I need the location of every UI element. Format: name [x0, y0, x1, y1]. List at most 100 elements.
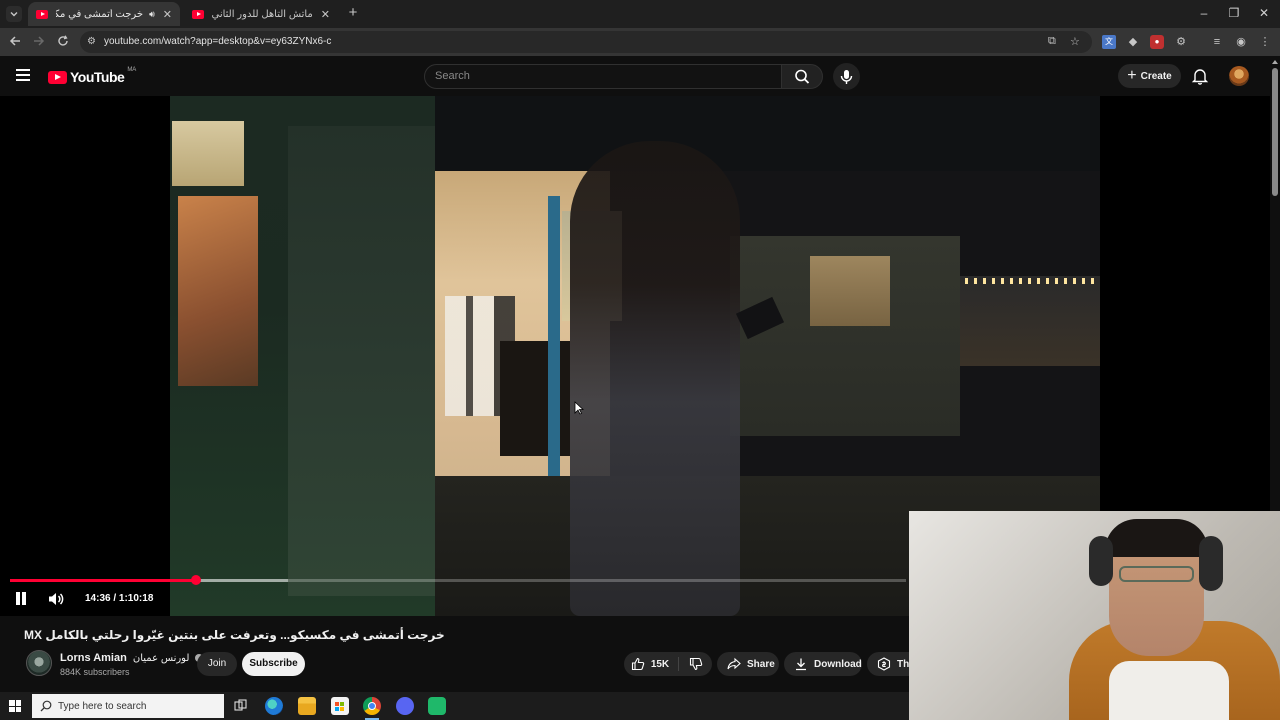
- hamburger-menu-icon[interactable]: [16, 69, 30, 81]
- plus-icon: +: [1127, 67, 1137, 84]
- video-scene-ceiling: [435, 96, 1100, 171]
- notifications-bell-icon[interactable]: [1191, 67, 1209, 85]
- webcam-headphones: [1089, 536, 1113, 586]
- search-box: [424, 64, 782, 89]
- taskbar-search-box[interactable]: Type here to search: [32, 694, 224, 718]
- microsoft-store-icon[interactable]: [331, 697, 349, 715]
- youtube-logo[interactable]: YouTube MA: [48, 67, 136, 85]
- kebab-menu-icon[interactable]: ⋮: [1258, 35, 1272, 49]
- account-avatar[interactable]: [1229, 66, 1249, 86]
- browser-tab[interactable]: ماتش التأهل للدور الثاني؟ التشك ✕: [184, 2, 338, 26]
- subscriber-count: 884K subscribers: [60, 667, 130, 677]
- channel-name[interactable]: Lorns Amian: [60, 652, 127, 664]
- video-scene-lights: [965, 278, 1100, 284]
- tab-search-button[interactable]: [6, 6, 22, 22]
- like-button[interactable]: 15K: [624, 652, 676, 676]
- search-input[interactable]: [435, 70, 765, 82]
- install-app-icon[interactable]: ⧉: [1048, 35, 1056, 48]
- search-icon: [795, 69, 810, 84]
- arrow-left-icon: [9, 36, 20, 46]
- thumbs-down-icon: [689, 657, 703, 671]
- restore-button[interactable]: ❐: [1222, 6, 1246, 20]
- new-tab-button[interactable]: +: [345, 5, 361, 21]
- extension-icon[interactable]: ◆: [1126, 35, 1140, 49]
- windows-start-icon[interactable]: [9, 700, 21, 712]
- progress-bar[interactable]: [10, 575, 906, 585]
- share-label: Share: [747, 658, 775, 670]
- video-scene-window: [810, 256, 890, 326]
- video-title: خرجت أتمشى في مكسيكو... وتعرفت على بنتين…: [24, 628, 445, 642]
- download-button[interactable]: Download: [784, 652, 862, 676]
- thanks-button[interactable]: Thanks: [867, 652, 909, 676]
- webcam-headphones: [1199, 536, 1223, 591]
- reload-button[interactable]: [54, 34, 72, 51]
- channel-name-row[interactable]: Lorns Amian لورنس عميان: [60, 652, 204, 664]
- mouse-cursor-icon: [574, 401, 584, 415]
- like-count: 15K: [650, 658, 670, 670]
- reload-icon: [58, 35, 68, 46]
- youtube-favicon-icon: [36, 9, 48, 19]
- discord-like-app-icon[interactable]: [396, 697, 414, 715]
- task-view-icon[interactable]: [231, 697, 249, 715]
- pause-button[interactable]: [14, 592, 28, 606]
- progress-scrubber-handle[interactable]: [190, 575, 201, 585]
- time-display: 14:36 / 1:10:18: [85, 593, 154, 604]
- volume-icon[interactable]: [47, 591, 65, 607]
- translate-extension-icon[interactable]: 文: [1102, 35, 1116, 49]
- close-tab-icon[interactable]: ✕: [163, 8, 172, 21]
- media-controls-icon[interactable]: ≡: [1210, 35, 1224, 49]
- like-divider: [678, 657, 679, 671]
- close-window-button[interactable]: ✕: [1252, 6, 1276, 20]
- create-label: Create: [1140, 70, 1172, 82]
- search-icon: [40, 700, 52, 712]
- close-tab-icon[interactable]: ✕: [321, 8, 330, 21]
- channel-avatar[interactable]: [26, 650, 52, 676]
- browser-tab-active[interactable]: خرجت أتمشى في مكسيكو... 🔊︎ ✕: [28, 2, 180, 26]
- file-explorer-icon[interactable]: [298, 697, 316, 715]
- video-scene-doorframe: [548, 196, 560, 486]
- webcam-glasses: [1119, 566, 1194, 582]
- channel-name-arabic[interactable]: لورنس عميان: [133, 653, 190, 664]
- chrome-icon[interactable]: [363, 697, 381, 715]
- voice-search-button[interactable]: [833, 63, 860, 90]
- create-button[interactable]: + Create: [1118, 64, 1181, 88]
- speaker-icon[interactable]: 🔊︎: [149, 9, 155, 20]
- browser-toolbar: ⚙︎ youtube.com/watch?app=desktop&v=ey63Z…: [0, 28, 1280, 56]
- puzzle-extensions-icon[interactable]: ⚙︎: [1174, 35, 1188, 49]
- share-button[interactable]: Share: [717, 652, 779, 676]
- webcam-overlay: [909, 511, 1280, 720]
- profile-icon[interactable]: ◉: [1234, 35, 1248, 49]
- taskbar-search-placeholder: Type here to search: [58, 701, 147, 712]
- youtube-header: YouTube MA + Create: [0, 56, 1280, 96]
- arrow-right-icon: [34, 36, 45, 46]
- tab-title: ماتش التأهل للدور الثاني؟ التشك: [212, 8, 313, 20]
- download-icon: [796, 658, 806, 671]
- address-bar[interactable]: ⚙︎ youtube.com/watch?app=desktop&v=ey63Z…: [80, 31, 1092, 53]
- search-button[interactable]: [781, 64, 823, 89]
- chevron-down-icon: [10, 12, 18, 17]
- forward-button[interactable]: [30, 34, 48, 51]
- video-scene-street: [960, 276, 1100, 366]
- minimize-button[interactable]: –: [1192, 6, 1216, 20]
- extension-red-icon[interactable]: ●: [1150, 35, 1164, 49]
- dislike-button[interactable]: [682, 652, 710, 676]
- video-scene-person: [570, 141, 740, 616]
- microphone-icon: [840, 70, 853, 84]
- url-text[interactable]: youtube.com/watch?app=desktop&v=ey63ZYNx…: [104, 36, 331, 47]
- logo-text: YouTube: [70, 69, 125, 85]
- green-app-icon[interactable]: [428, 697, 446, 715]
- windows-taskbar: Type here to search: [0, 692, 909, 720]
- download-label: Download: [814, 658, 862, 670]
- youtube-play-icon: [48, 70, 67, 84]
- edge-browser-icon[interactable]: [265, 697, 283, 715]
- back-button[interactable]: [6, 34, 24, 51]
- site-info-icon[interactable]: ⚙︎: [87, 36, 96, 47]
- thumbs-up-icon: [631, 657, 645, 671]
- bookmark-star-icon[interactable]: ☆: [1070, 35, 1080, 48]
- scrollbar-thumb[interactable]: [1272, 68, 1278, 196]
- share-arrow-icon: [727, 657, 741, 670]
- scroll-up-arrow-icon[interactable]: [1272, 60, 1278, 64]
- join-button[interactable]: Join: [197, 652, 237, 676]
- subscribe-button[interactable]: Subscribe: [242, 652, 305, 676]
- tab-title: خرجت أتمشى في مكسيكو...: [56, 8, 144, 20]
